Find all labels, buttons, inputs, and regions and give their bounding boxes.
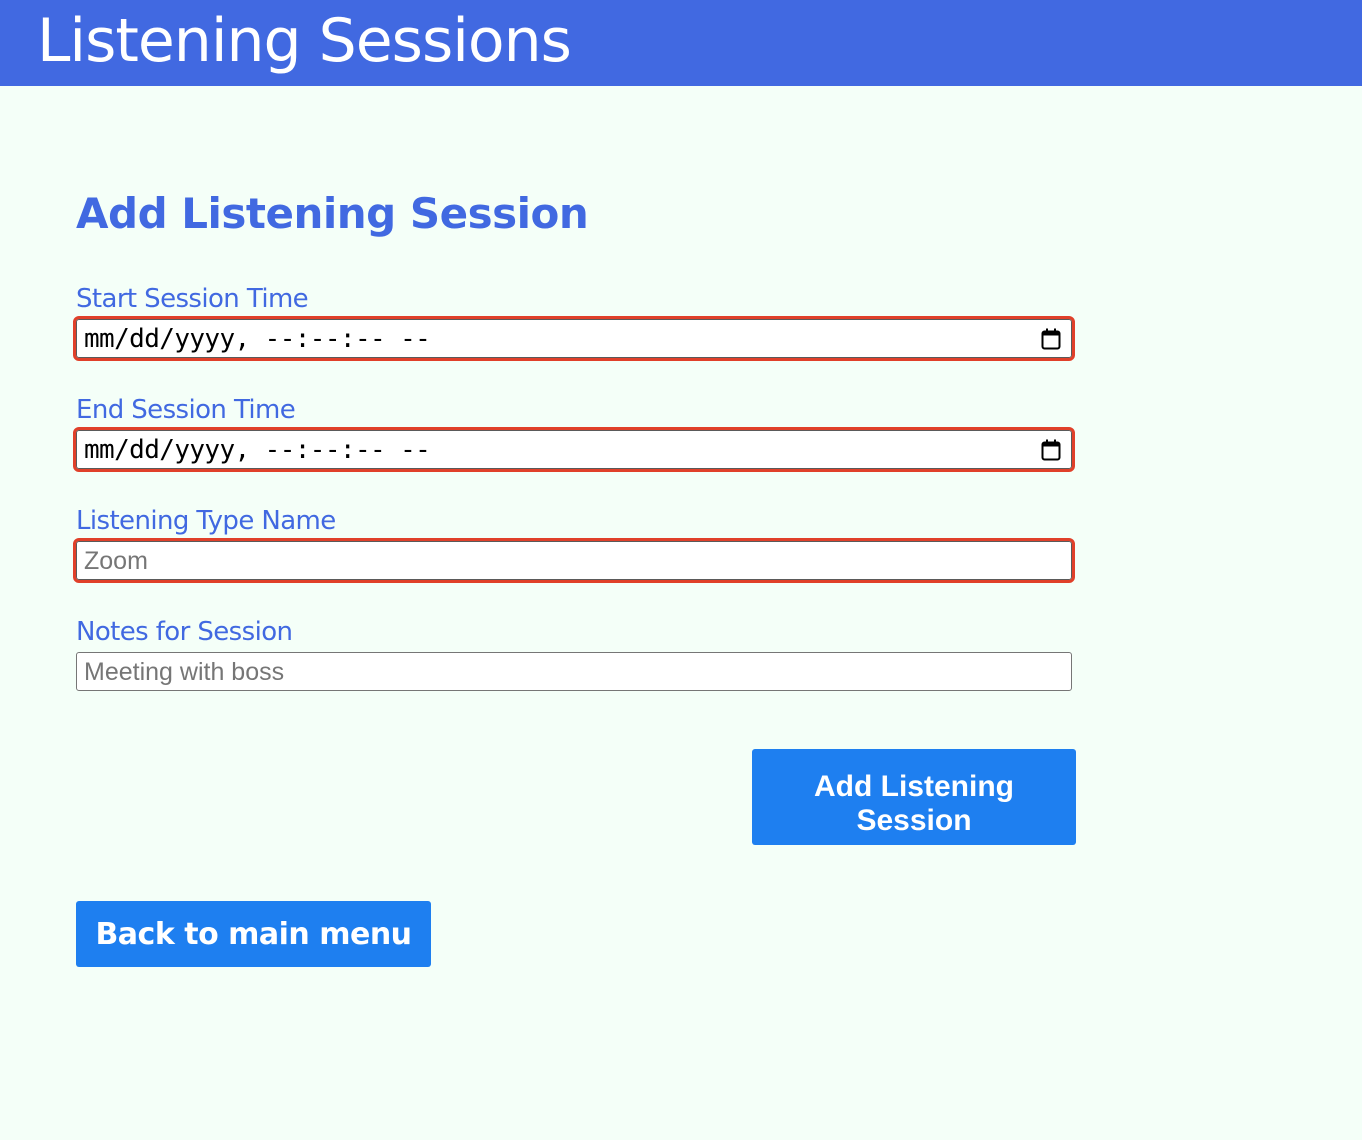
listening-type-label: Listening Type Name: [76, 506, 336, 536]
calendar-icon[interactable]: [1041, 439, 1061, 461]
start-time-input[interactable]: mm/dd/yyyy, --:--:-- --: [73, 316, 1075, 361]
end-time-label: End Session Time: [76, 395, 296, 425]
start-time-value: mm/dd/yyyy, --:--:-- --: [84, 324, 431, 354]
end-time-value: mm/dd/yyyy, --:--:-- --: [84, 435, 431, 465]
end-time-input[interactable]: mm/dd/yyyy, --:--:-- --: [73, 427, 1075, 472]
calendar-icon[interactable]: [1041, 328, 1061, 350]
notes-placeholder: Meeting with boss: [84, 658, 285, 686]
app-title: Listening Sessions: [37, 6, 572, 76]
page-title: Add Listening Session: [76, 189, 589, 238]
start-time-label: Start Session Time: [76, 284, 309, 314]
back-to-main-menu-button[interactable]: Back to main menu: [76, 901, 431, 967]
add-session-button[interactable]: Add Listening Session: [752, 749, 1076, 845]
listening-type-placeholder: Zoom: [84, 547, 148, 575]
notes-label: Notes for Session: [76, 617, 293, 647]
app-header: Listening Sessions: [0, 0, 1362, 86]
listening-type-input[interactable]: Zoom: [73, 538, 1075, 583]
notes-input[interactable]: Meeting with boss: [76, 652, 1072, 691]
